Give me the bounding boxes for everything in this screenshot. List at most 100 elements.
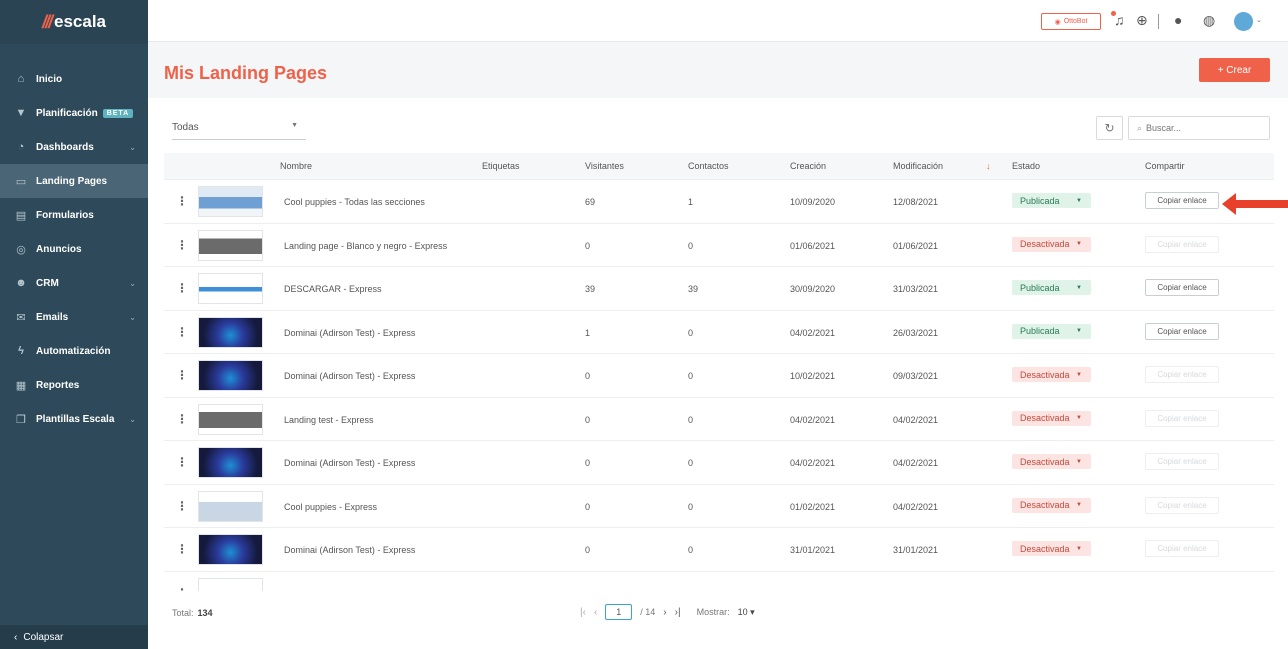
status-select[interactable]: Publicada ▼: [1012, 193, 1091, 208]
status-label: Desactivada: [1020, 369, 1070, 380]
copy-link-button[interactable]: Copiar enlace: [1145, 279, 1219, 296]
page-thumbnail[interactable]: [198, 360, 263, 391]
sidebar-item-dashboards[interactable]: ◔ Dashboards ⌄: [0, 130, 148, 164]
page-thumbnail[interactable]: [198, 229, 263, 261]
plus-circle-icon[interactable]: ⊕: [1136, 12, 1148, 29]
sidebar-item-automatizaci-n[interactable]: ϟ Automatización: [0, 334, 148, 368]
copy-link-button[interactable]: Copiar enlace: [1145, 322, 1219, 340]
page-thumbnail[interactable]: [198, 186, 263, 217]
sidebar-item-plantillas-escala[interactable]: ❐ Plantillas Escala ⌄: [0, 402, 148, 436]
last-page-icon[interactable]: ›|: [675, 607, 681, 618]
cell-name[interactable]: Dominai (Adirson Test) - Express: [284, 545, 415, 555]
table-row[interactable]: ⋮ Cool puppies - Todas las secciones 69 1 10…: [164, 180, 1274, 224]
sidebar-item-label: CRM: [36, 277, 59, 289]
search-box[interactable]: ⌕: [1128, 116, 1270, 140]
kebab-menu-icon[interactable]: ⋮: [176, 325, 188, 339]
header-modificacion[interactable]: Modificación: [893, 161, 943, 171]
next-page-icon[interactable]: ›: [663, 607, 666, 618]
status-select[interactable]: Desactivada ▼: [1012, 541, 1091, 556]
sidebar-item-anuncios[interactable]: ◎ Anuncios: [0, 232, 148, 266]
status-select[interactable]: Desactivada ▼: [1012, 497, 1091, 513]
table-row[interactable]: ⋮ DESCARGAR - Express 39 39 30/09/2020 31/03/…: [164, 267, 1274, 311]
kebab-menu-icon[interactable]: ⋮: [176, 281, 188, 295]
sort-arrow-icon[interactable]: ↓: [986, 161, 991, 171]
page-size-select[interactable]: 10 ▾: [738, 607, 755, 618]
prev-page-icon[interactable]: ‹: [594, 607, 597, 618]
kebab-menu-icon[interactable]: ⋮: [176, 194, 188, 208]
cell-modified: 09/03/2021: [893, 371, 939, 381]
kebab-menu-icon[interactable]: ⋮: [176, 412, 188, 426]
cell-name[interactable]: Dominai (Adirson Test) - Express: [284, 371, 415, 381]
status-filter-select[interactable]: Todas ▼: [172, 116, 306, 140]
table-row[interactable]: ⋮ Dominai (Adirson Test) - Express 1 0 04/02…: [164, 310, 1274, 354]
sidebar-item-formularios[interactable]: ▤ Formularios: [0, 198, 148, 232]
status-select[interactable]: Desactivada ▼: [1012, 236, 1091, 252]
table-row[interactable]: ⋮ Dominai (Adirson Test) - Express 0 0 04/02…: [164, 441, 1274, 485]
refresh-button[interactable]: ↻: [1096, 116, 1123, 140]
cell-created: 01/06/2021: [790, 240, 836, 251]
table-row[interactable]: ⋮ Dominai (Adirson Test) - Express 0 0 10/02…: [164, 354, 1274, 398]
chevron-down-icon: ⌄: [129, 278, 136, 288]
chevron-down-icon[interactable]: ⌄: [1256, 16, 1262, 24]
cell-name[interactable]: Landing page - Blanco y negro - Express: [284, 241, 447, 251]
ottobot-label: OttoBot: [1063, 18, 1088, 25]
ottobot-button[interactable]: ◉ OttoBot: [1041, 13, 1101, 30]
table-row[interactable]: ⋮ Cool puppies - Express 0 0 01/02/2021 04/02…: [164, 484, 1274, 528]
cell-name[interactable]: Cool puppies - Express: [284, 502, 377, 512]
page-thumbnail[interactable]: [198, 273, 263, 304]
table-row[interactable]: ⋮ Landing page - Blanco y negro - Express…: [164, 223, 1274, 267]
chat-icon[interactable]: ◍: [1203, 12, 1215, 29]
cell-name[interactable]: Cool puppies - Todas las secciones: [284, 197, 425, 207]
sidebar-item-planificaci-n[interactable]: ▼ Planificación BETA: [0, 96, 148, 130]
cell-contacts: 0: [688, 327, 694, 338]
header-estado[interactable]: Estado: [1012, 161, 1040, 171]
status-select[interactable]: Desactivada ▼: [1012, 410, 1091, 426]
gamepad-icon[interactable]: ●: [1174, 12, 1182, 28]
header-nombre[interactable]: Nombre: [280, 161, 312, 171]
collapse-button[interactable]: ‹ Colapsar: [0, 625, 148, 649]
sidebar-item-inicio[interactable]: ⌂ Inicio: [0, 62, 148, 96]
status-select[interactable]: Desactivada ▼: [1012, 454, 1091, 469]
page-thumbnail[interactable]: [198, 316, 263, 348]
page-thumbnail[interactable]: [198, 490, 263, 522]
page-thumbnail[interactable]: [198, 447, 263, 478]
kebab-menu-icon[interactable]: ⋮: [176, 586, 188, 592]
page-thumbnail[interactable]: [198, 577, 263, 591]
cell-name[interactable]: DESCARGAR - Express: [284, 284, 382, 294]
status-select[interactable]: Publicada ▼: [1012, 280, 1091, 295]
table-row[interactable]: ⋮ Landing test - Express 0 0 04/02/2021 04/02…: [164, 397, 1274, 441]
search-input[interactable]: [1146, 123, 1257, 133]
logo[interactable]: /// escala: [0, 0, 148, 44]
table-row[interactable]: ⋮: [164, 571, 1274, 592]
sidebar-item-label: Anuncios: [36, 243, 82, 255]
sidebar-item-reportes[interactable]: ▦ Reportes: [0, 368, 148, 402]
copy-link-button[interactable]: Copiar enlace: [1145, 192, 1219, 209]
create-button[interactable]: + Crear: [1199, 58, 1270, 82]
total-value: 134: [197, 608, 213, 618]
avatar[interactable]: [1234, 12, 1253, 31]
header-contactos[interactable]: Contactos: [688, 161, 729, 171]
kebab-menu-icon[interactable]: ⋮: [176, 455, 188, 469]
cell-name[interactable]: Dominai (Adirson Test) - Express: [284, 458, 415, 468]
cell-contacts: 39: [688, 284, 699, 294]
sidebar-item-landing-pages[interactable]: ▭ Landing Pages: [0, 164, 148, 198]
kebab-menu-icon[interactable]: ⋮: [176, 238, 188, 252]
kebab-menu-icon[interactable]: ⋮: [176, 499, 188, 513]
sidebar-item-emails[interactable]: ✉ Emails ⌄: [0, 300, 148, 334]
status-select[interactable]: Publicada ▼: [1012, 323, 1091, 339]
page-input[interactable]: 1: [605, 604, 633, 620]
cell-modified: 04/02/2021: [893, 458, 939, 468]
cell-name[interactable]: Landing test - Express: [284, 415, 374, 425]
page-thumbnail[interactable]: [198, 534, 263, 565]
page-thumbnail[interactable]: [198, 403, 263, 435]
header-etiquetas[interactable]: Etiquetas: [482, 161, 520, 171]
sidebar-item-crm[interactable]: ☻ CRM ⌄: [0, 266, 148, 300]
kebab-menu-icon[interactable]: ⋮: [176, 368, 188, 382]
cell-name[interactable]: Dominai (Adirson Test) - Express: [284, 328, 415, 338]
status-select[interactable]: Desactivada ▼: [1012, 367, 1091, 382]
header-creacion[interactable]: Creación: [790, 161, 826, 171]
header-visitantes[interactable]: Visitantes: [585, 161, 624, 171]
table-row[interactable]: ⋮ Dominai (Adirson Test) - Express 0 0 31/01…: [164, 528, 1274, 572]
kebab-menu-icon[interactable]: ⋮: [176, 542, 188, 556]
first-page-icon[interactable]: |‹: [580, 607, 586, 618]
